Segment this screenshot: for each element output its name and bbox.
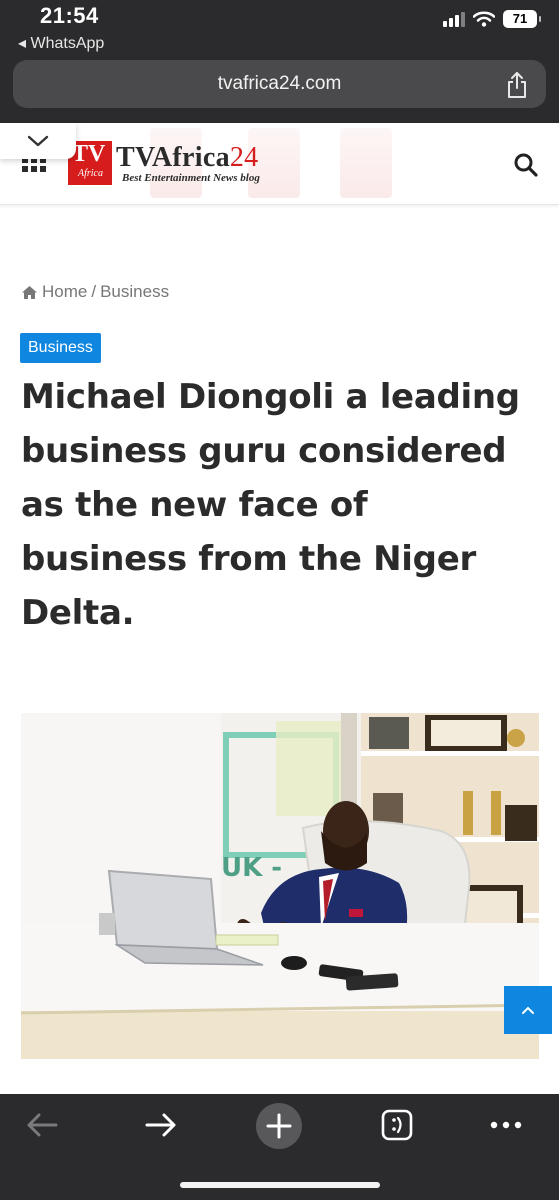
share-icon[interactable] — [506, 71, 528, 99]
status-icons: 71 — [443, 10, 541, 28]
forward-button[interactable] — [139, 1103, 183, 1147]
logo-name-text: TVAfrica — [116, 142, 230, 173]
breadcrumb-separator: / — [91, 282, 97, 301]
back-to-whatsapp[interactable]: ◂ WhatsApp — [18, 33, 104, 53]
scroll-to-top-button[interactable] — [504, 986, 552, 1034]
collapse-toggle[interactable] — [0, 123, 76, 159]
site-tagline: Best Entertainment News blog — [122, 172, 260, 184]
forward-arrow-icon — [145, 1113, 176, 1137]
new-tab-button[interactable] — [256, 1103, 302, 1149]
chevron-up-icon — [522, 1006, 534, 1014]
logo-number: 24 — [229, 142, 259, 173]
more-button[interactable] — [484, 1103, 528, 1147]
home-indicator — [180, 1182, 380, 1188]
url-text[interactable]: tvafrica24.com — [13, 73, 546, 95]
back-arrow-icon — [27, 1113, 58, 1137]
tabs-button[interactable] — [375, 1103, 419, 1147]
address-bar[interactable]: tvafrica24.com — [13, 60, 546, 108]
logo-africa-text: Africa — [78, 168, 103, 179]
breadcrumb-category[interactable]: Business — [100, 282, 169, 302]
ad-ghost — [340, 128, 392, 198]
breadcrumb-home[interactable]: Home — [42, 282, 87, 302]
plus-icon — [266, 1113, 292, 1139]
article-title: Michael Diongoli a leading business guru… — [21, 377, 520, 633]
chevron-down-icon — [27, 135, 49, 147]
browser-top-bar: 21:54 ◂ WhatsApp 71 tvafrica24.com — [0, 0, 559, 123]
signal-icon — [443, 11, 465, 27]
sign-text: UK - — [221, 853, 282, 883]
wifi-icon — [473, 11, 495, 27]
article-photo: UK - GR — [21, 713, 539, 1059]
status-time: 21:54 — [40, 3, 99, 28]
breadcrumb: Home / Business — [21, 282, 169, 302]
more-icon — [490, 1121, 522, 1129]
tabs-icon — [381, 1109, 413, 1141]
logo-tv-text: TV — [72, 141, 106, 167]
search-icon[interactable] — [513, 152, 539, 178]
category-badge[interactable]: Business — [20, 333, 101, 363]
battery-indicator: 71 — [503, 10, 541, 28]
office-scene-illustration: UK - GR — [21, 713, 539, 1059]
back-button[interactable] — [20, 1103, 64, 1147]
site-logo-name[interactable]: TVAfrica24 — [116, 142, 258, 174]
home-icon — [22, 285, 37, 299]
menu-grid-icon[interactable] — [22, 157, 46, 172]
